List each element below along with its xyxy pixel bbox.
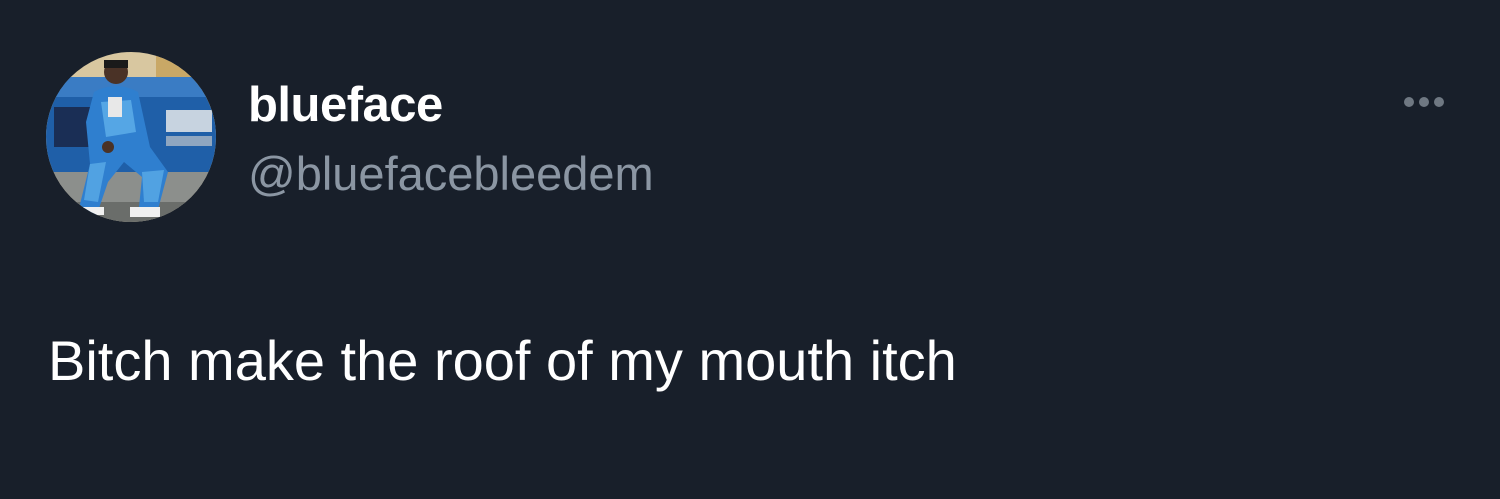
more-dot (1404, 97, 1414, 107)
more-options-button[interactable] (1392, 84, 1456, 120)
avatar[interactable] (46, 52, 216, 222)
more-horizontal-icon (1404, 97, 1444, 107)
more-dot (1419, 97, 1429, 107)
tweet-card: blueface @bluefacebleedem Bitch make the… (0, 0, 1500, 499)
tweet-text: Bitch make the roof of my mouth itch (48, 329, 957, 392)
more-dot (1434, 97, 1444, 107)
author-display-name[interactable]: blueface (248, 76, 443, 134)
avatar-image (46, 52, 216, 222)
author-handle[interactable]: @bluefacebleedem (248, 146, 654, 202)
